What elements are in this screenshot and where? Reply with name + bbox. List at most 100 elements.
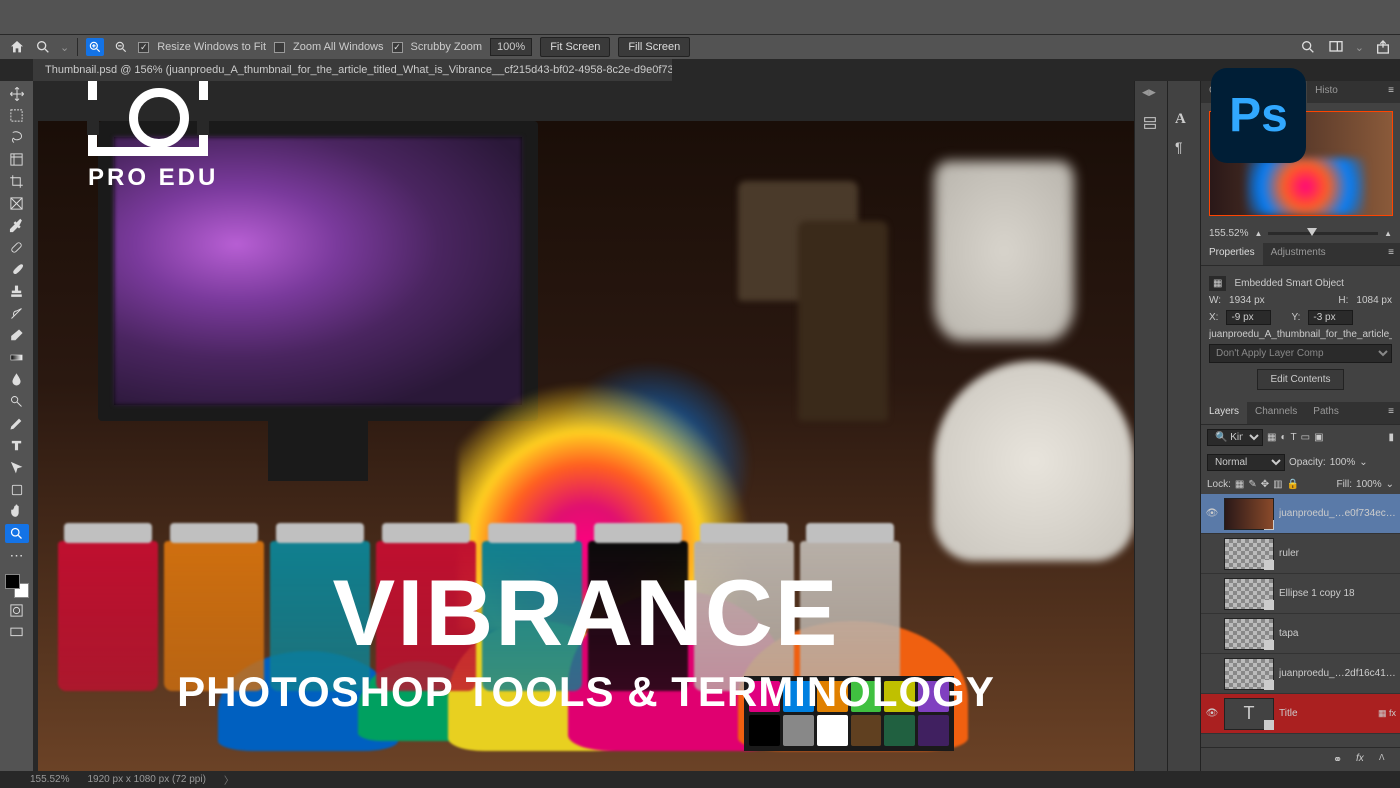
zoom-out-icon[interactable] bbox=[112, 38, 130, 56]
hand-tool-icon[interactable] bbox=[5, 502, 29, 521]
layer-row[interactable]: 👁 juanproedu_…e0f734ec53 bbox=[1201, 494, 1400, 534]
nav-zoom-in-icon[interactable]: ▲ bbox=[1384, 229, 1392, 238]
tool-zoom-icon[interactable] bbox=[34, 38, 52, 56]
fit-screen-button[interactable]: Fit Screen bbox=[540, 37, 610, 57]
layer-row[interactable]: Ellipse 1 copy 18 bbox=[1201, 574, 1400, 614]
zoom-value-input[interactable]: 100% bbox=[490, 38, 532, 56]
status-dims[interactable]: 1920 px x 1080 px (72 ppi) bbox=[87, 774, 205, 785]
layer-thumbnail[interactable] bbox=[1224, 538, 1274, 570]
layer-thumbnail[interactable] bbox=[1224, 498, 1274, 530]
move-tool-icon[interactable] bbox=[5, 84, 29, 103]
eraser-tool-icon[interactable] bbox=[5, 326, 29, 345]
opacity-value[interactable]: 100% bbox=[1330, 457, 1356, 468]
dodge-tool-icon[interactable] bbox=[5, 392, 29, 411]
y-input[interactable] bbox=[1308, 310, 1353, 325]
blend-mode-select[interactable]: Normal bbox=[1207, 454, 1285, 471]
heal-tool-icon[interactable] bbox=[5, 238, 29, 257]
layer-row[interactable]: 👁TTitle▦ fx bbox=[1201, 694, 1400, 734]
nav-zoom-out-icon[interactable]: ▲ bbox=[1254, 229, 1262, 238]
fill-screen-button[interactable]: Fill Screen bbox=[618, 37, 690, 57]
layer-name[interactable]: ruler bbox=[1279, 548, 1396, 559]
layer-comp-select[interactable]: Don't Apply Layer Comp bbox=[1209, 344, 1392, 363]
layer-name[interactable]: juanproedu_…2df16c418_1 bbox=[1279, 668, 1396, 679]
link-layers-icon[interactable]: ⚭ bbox=[1333, 753, 1346, 766]
filter-type-icon[interactable]: T bbox=[1291, 432, 1297, 443]
blur-tool-icon[interactable] bbox=[5, 370, 29, 389]
tab-properties[interactable]: Properties bbox=[1201, 243, 1263, 265]
filter-shape-icon[interactable]: ▭ bbox=[1301, 432, 1310, 443]
layer-name[interactable]: juanproedu_…e0f734ec53 bbox=[1279, 508, 1396, 519]
tab-paths[interactable]: Paths bbox=[1305, 402, 1347, 424]
fill-value[interactable]: 100% bbox=[1356, 479, 1382, 490]
layer-name[interactable]: Ellipse 1 copy 18 bbox=[1279, 588, 1396, 599]
tab-history[interactable]: Histo bbox=[1307, 81, 1346, 103]
chevron-up-icon[interactable]: ᐱ bbox=[1379, 753, 1392, 766]
home-icon[interactable] bbox=[8, 38, 26, 56]
zoom-all-checkbox[interactable] bbox=[274, 42, 285, 53]
document-tab[interactable]: Thumbnail.psd @ 156% (juanproedu_A_thumb… bbox=[33, 59, 673, 81]
layer-thumbnail[interactable] bbox=[1224, 658, 1274, 690]
lock-trans-icon[interactable]: ▦ bbox=[1235, 479, 1244, 490]
frame-tool-icon[interactable] bbox=[5, 194, 29, 213]
filter-image-icon[interactable]: ▦ bbox=[1267, 432, 1276, 443]
screen-mode-icon[interactable] bbox=[5, 623, 29, 642]
visibility-icon[interactable]: 👁 bbox=[1205, 508, 1219, 519]
scrubby-zoom-checkbox[interactable] bbox=[392, 42, 403, 53]
workspace-icon[interactable] bbox=[1327, 38, 1345, 56]
layer-thumbnail[interactable] bbox=[1224, 618, 1274, 650]
lock-nest-icon[interactable]: ▥ bbox=[1273, 479, 1282, 490]
canvas-area[interactable]: VIBRANCE PHOTOSHOP TOOLS & TERMINOLOGY P… bbox=[33, 81, 1134, 771]
quick-mask-icon[interactable] bbox=[5, 601, 29, 620]
layer-row[interactable]: ruler bbox=[1201, 534, 1400, 574]
path-tool-icon[interactable] bbox=[5, 458, 29, 477]
layer-thumbnail[interactable]: T bbox=[1224, 698, 1274, 730]
filter-smart-icon[interactable]: ▣ bbox=[1314, 432, 1323, 443]
gradient-tool-icon[interactable] bbox=[5, 348, 29, 367]
crop-tool-icon[interactable] bbox=[5, 172, 29, 191]
tab-channels[interactable]: Channels bbox=[1247, 402, 1305, 424]
stamp-tool-icon[interactable] bbox=[5, 282, 29, 301]
search-icon[interactable] bbox=[1299, 38, 1317, 56]
color-swatch[interactable] bbox=[5, 574, 29, 598]
eyedropper-tool-icon[interactable] bbox=[5, 216, 29, 235]
lasso-tool-icon[interactable] bbox=[5, 128, 29, 147]
shape-tool-icon[interactable] bbox=[5, 480, 29, 499]
status-zoom[interactable]: 155.52% bbox=[30, 774, 69, 785]
nav-zoom-value[interactable]: 155.52% bbox=[1209, 228, 1248, 239]
visibility-icon[interactable]: 👁 bbox=[1205, 708, 1219, 719]
lock-all-icon[interactable]: 🔒 bbox=[1287, 479, 1299, 490]
layer-name[interactable]: tapa bbox=[1279, 628, 1396, 639]
layer-filter-select[interactable]: 🔍 KindKind bbox=[1207, 429, 1263, 446]
edit-toolbar-icon[interactable]: ⋯ bbox=[5, 546, 29, 565]
lock-paint-icon[interactable]: ✎ bbox=[1248, 479, 1256, 490]
zoom-tool-icon[interactable] bbox=[5, 524, 29, 543]
nav-zoom-slider[interactable] bbox=[1268, 232, 1378, 235]
history-panel-icon[interactable] bbox=[1142, 115, 1160, 133]
layer-fx-icon[interactable]: fx bbox=[1356, 753, 1369, 766]
paragraph-panel-icon[interactable]: ¶ bbox=[1175, 139, 1193, 157]
tab-adjustments[interactable]: Adjustments bbox=[1263, 243, 1334, 265]
layer-row[interactable]: tapa bbox=[1201, 614, 1400, 654]
layer-name[interactable]: Title bbox=[1279, 708, 1373, 719]
filter-adjust-icon[interactable]: ◐ bbox=[1280, 432, 1286, 443]
panel-menu-icon[interactable]: ≡ bbox=[1382, 243, 1400, 265]
tab-layers[interactable]: Layers bbox=[1201, 402, 1247, 424]
layer-row[interactable]: juanproedu_…2df16c418_1 bbox=[1201, 654, 1400, 694]
zoom-in-icon[interactable] bbox=[86, 38, 104, 56]
lock-pos-icon[interactable]: ✥ bbox=[1261, 479, 1269, 490]
share-icon[interactable] bbox=[1374, 38, 1392, 56]
type-tool-icon[interactable] bbox=[5, 436, 29, 455]
edit-contents-button[interactable]: Edit Contents bbox=[1257, 369, 1343, 390]
brush-tool-icon[interactable] bbox=[5, 260, 29, 279]
filter-toggle-icon[interactable]: ▮ bbox=[1388, 432, 1394, 443]
pen-tool-icon[interactable] bbox=[5, 414, 29, 433]
resize-windows-checkbox[interactable] bbox=[138, 42, 149, 53]
x-input[interactable] bbox=[1226, 310, 1271, 325]
marquee-tool-icon[interactable] bbox=[5, 106, 29, 125]
history-brush-icon[interactable] bbox=[5, 304, 29, 323]
panel-menu-icon[interactable]: ≡ bbox=[1382, 402, 1400, 424]
panel-menu-icon[interactable]: ≡ bbox=[1382, 81, 1400, 103]
layer-thumbnail[interactable] bbox=[1224, 578, 1274, 610]
character-panel-icon[interactable]: A bbox=[1175, 111, 1193, 129]
collapse-arrow-icon[interactable]: ◀▶ bbox=[1142, 87, 1160, 105]
